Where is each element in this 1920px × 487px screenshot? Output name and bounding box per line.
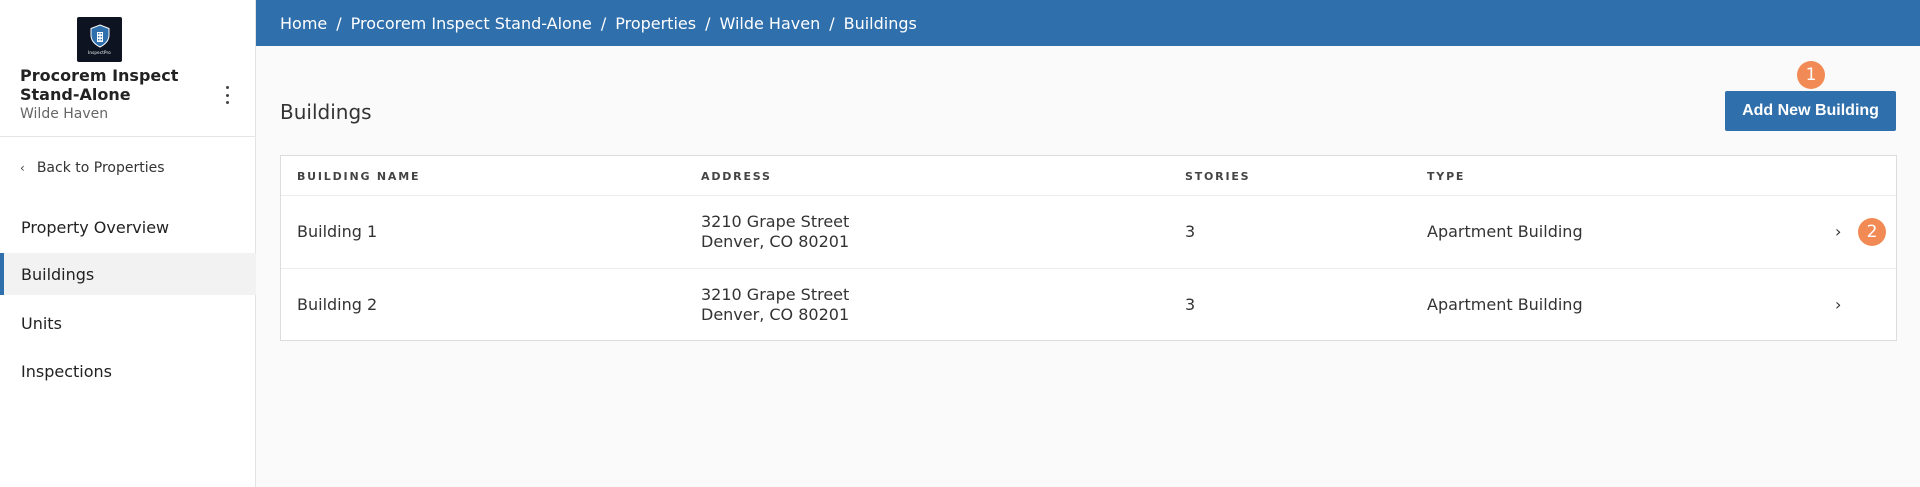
sidebar-item-property-overview[interactable]: Property Overview: [0, 206, 256, 248]
stories-cell: 3: [1185, 295, 1196, 314]
page-title: Buildings: [280, 100, 372, 124]
breadcrumb-separator: /: [829, 13, 835, 33]
chevron-left-icon: ‹: [20, 161, 25, 175]
back-to-properties-link[interactable]: ‹ Back to Properties: [20, 160, 165, 176]
step-badge-2: 2: [1858, 218, 1886, 246]
table-row[interactable]: Building 2 3210 Grape Street Denver, CO …: [281, 269, 1896, 342]
column-header-building-name: BUILDING NAME: [297, 170, 421, 183]
add-new-building-button[interactable]: Add New Building: [1725, 91, 1896, 131]
type-cell: Apartment Building: [1427, 222, 1583, 241]
address-line1-cell: 3210 Grape Street: [701, 285, 850, 304]
column-header-stories: STORIES: [1185, 170, 1251, 183]
stories-cell: 3: [1185, 222, 1196, 241]
chevron-right-icon[interactable]: ›: [1835, 295, 1841, 314]
column-header-address: ADDRESS: [701, 170, 772, 183]
kebab-menu-icon[interactable]: [222, 86, 232, 104]
breadcrumb-separator: /: [600, 13, 607, 33]
sidebar: InspectPro Procorem Inspect Stand-Alone …: [0, 0, 256, 487]
address-line1-cell: 3210 Grape Street: [701, 212, 850, 231]
breadcrumb-separator: /: [705, 13, 711, 33]
sidebar-item-label: Buildings: [21, 264, 95, 284]
sidebar-item-label: Property Overview: [21, 217, 170, 237]
sidebar-item-units[interactable]: Units: [0, 302, 256, 344]
sidebar-item-label: Inspections: [21, 361, 112, 381]
breadcrumb-properties[interactable]: Properties: [615, 14, 696, 33]
sidebar-item-label: Units: [21, 313, 62, 333]
buildings-table: BUILDING NAME ADDRESS STORIES TYPE Build…: [280, 155, 1897, 341]
breadcrumb-separator: /: [336, 13, 342, 33]
column-header-type: TYPE: [1427, 170, 1466, 183]
address-line2-cell: Denver, CO 80201: [701, 232, 850, 251]
address-line2-cell: Denver, CO 80201: [701, 305, 850, 324]
logo-text: InspectPro: [88, 50, 111, 55]
breadcrumb: Home / Procorem Inspect Stand-Alone / Pr…: [280, 14, 917, 33]
chevron-right-icon[interactable]: ›: [1835, 222, 1841, 241]
shield-building-icon: [90, 24, 109, 48]
sidebar-item-buildings[interactable]: Buildings: [0, 253, 256, 295]
breadcrumb-property[interactable]: Wilde Haven: [719, 14, 820, 33]
back-link-label: Back to Properties: [36, 160, 165, 176]
table-header: BUILDING NAME ADDRESS STORIES TYPE: [281, 156, 1896, 196]
top-bar: Home / Procorem Inspect Stand-Alone / Pr…: [256, 0, 1920, 46]
breadcrumb-home[interactable]: Home: [280, 14, 327, 33]
sidebar-divider: [0, 136, 256, 137]
property-name: Wilde Haven: [20, 106, 109, 122]
breadcrumb-current: Buildings: [843, 13, 917, 33]
breadcrumb-organization[interactable]: Procorem Inspect Stand-Alone: [351, 14, 592, 33]
building-name-cell: Building 2: [297, 295, 378, 314]
sidebar-item-inspections[interactable]: Inspections: [0, 350, 256, 392]
step-badge-1: 1: [1797, 61, 1825, 89]
type-cell: Apartment Building: [1427, 295, 1583, 314]
table-row[interactable]: Building 1 3210 Grape Street Denver, CO …: [281, 196, 1896, 269]
inspectpro-logo: InspectPro: [77, 17, 122, 62]
building-name-cell: Building 1: [297, 222, 378, 241]
org-name: Procorem Inspect Stand-Alone: [20, 66, 179, 104]
